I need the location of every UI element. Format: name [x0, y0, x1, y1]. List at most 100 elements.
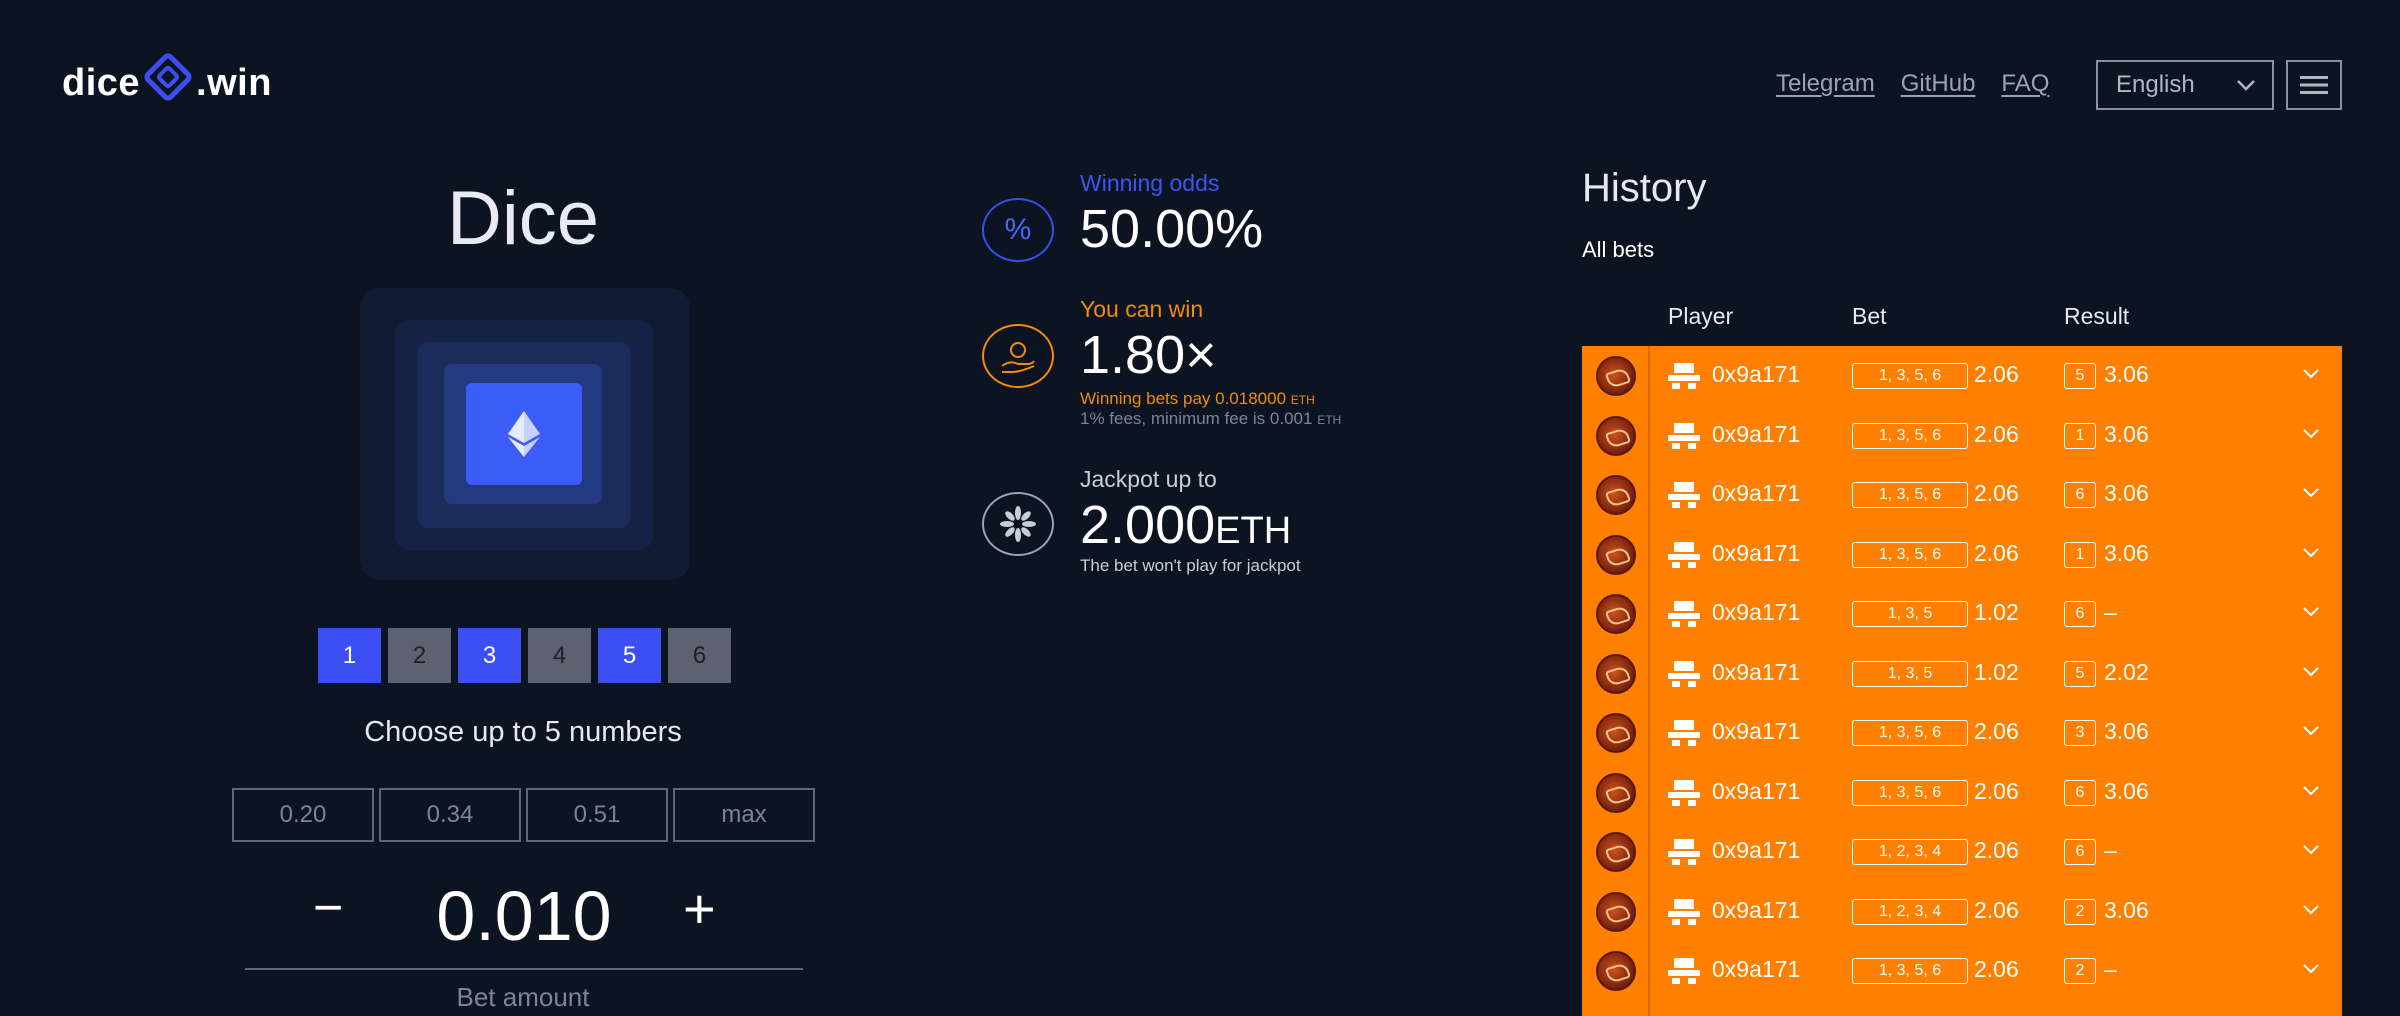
number-button-2[interactable]: 2 — [388, 628, 451, 683]
avatar — [1596, 891, 1636, 932]
chevron-down-icon — [2237, 80, 2255, 91]
ethereum-icon — [508, 411, 540, 457]
result-value: 3.06 — [2104, 361, 2149, 387]
player-address[interactable]: 0x9a171 — [1712, 480, 1800, 507]
history-row[interactable]: 0x9a171 1, 3, 5 1.02 5 2.02 — [1582, 644, 2342, 704]
chevron-down-icon[interactable] — [2302, 725, 2320, 736]
chevron-down-icon[interactable] — [2302, 547, 2320, 558]
bet-amount-control: 0.010 − + — [245, 870, 803, 970]
bet-numbers: 1, 3, 5 — [1852, 601, 1968, 627]
chevron-down-icon[interactable] — [2302, 428, 2320, 439]
history-row[interactable]: 0x9a171 1, 3, 5 1.02 6– — [1582, 584, 2342, 644]
avatar — [1596, 653, 1636, 694]
fee-amount: 1% fees, minimum fee is 0.001 — [1080, 409, 1313, 428]
result-number: 6 — [2064, 601, 2096, 627]
history-row[interactable]: 0x9a171 1, 3, 5, 6 2.06 2– — [1582, 941, 2342, 1001]
nav-link-github[interactable]: GitHub — [1901, 70, 1976, 98]
chevron-down-icon[interactable] — [2302, 368, 2320, 379]
avatar — [1596, 951, 1636, 991]
bet-value: 2.06 — [1974, 718, 2019, 744]
player-address[interactable]: 0x9a171 — [1712, 659, 1800, 686]
bet-value: 2.06 — [1974, 539, 2019, 566]
bet-numbers: 1, 3, 5, 6 — [1852, 541, 1968, 568]
player-address[interactable]: 0x9a171 — [1712, 421, 1800, 448]
avatar — [1596, 772, 1636, 813]
player-icon — [1668, 482, 1700, 508]
you-can-win-label: You can win — [1080, 296, 1204, 322]
nav-link-faq[interactable]: FAQ — [2001, 70, 2049, 98]
player-address[interactable]: 0x9a171 — [1712, 778, 1800, 805]
number-button-6[interactable]: 6 — [668, 628, 731, 683]
player-icon — [1668, 422, 1700, 449]
player-address[interactable]: 0x9a171 — [1712, 897, 1800, 924]
bet-numbers: 1, 3, 5, 6 — [1852, 422, 1968, 449]
bet-numbers: 1, 2, 3, 4 — [1852, 898, 1968, 925]
player-address[interactable]: 0x9a171 — [1712, 361, 1800, 388]
preset-button[interactable]: 0.34 — [379, 788, 521, 842]
history-row[interactable]: 0x9a171 1, 3, 5, 6 2.06 1 3.06 — [1582, 406, 2342, 466]
result-value: 3.06 — [2104, 420, 2149, 447]
increase-button[interactable]: + — [683, 876, 716, 941]
history-row[interactable]: 0x9a171 1, 2, 3, 4 2.06 2 3.06 — [1582, 882, 2342, 942]
player-icon — [1668, 601, 1700, 627]
history-filter[interactable]: All bets — [1582, 237, 1654, 263]
jackpot-amount: 2.000ETH — [1080, 494, 1291, 556]
language-select[interactable]: English — [2096, 60, 2274, 110]
bet-value: 1.02 — [1974, 658, 2019, 685]
number-button-1[interactable]: 1 — [318, 628, 381, 683]
bet-value: 1.02 — [1974, 599, 2019, 625]
winning-pay-text: Winning bets pay 0.018000 ETH — [1080, 389, 1315, 409]
result-number: 1 — [2064, 541, 2096, 568]
avatar — [1596, 832, 1636, 872]
player-address[interactable]: 0x9a171 — [1712, 718, 1800, 745]
preset-button[interactable]: 0.51 — [526, 788, 668, 842]
chevron-down-icon[interactable] — [2302, 904, 2320, 915]
dice-face — [466, 383, 582, 485]
avatar — [1596, 713, 1636, 753]
jackpot-note: The bet won't play for jackpot — [1080, 556, 1301, 575]
result-number: 1 — [2064, 422, 2096, 449]
chevron-down-icon[interactable] — [2302, 785, 2320, 796]
player-address[interactable]: 0x9a171 — [1712, 837, 1800, 864]
bet-numbers: 1, 3, 5, 6 — [1852, 720, 1968, 746]
you-can-win-value: 1.80× — [1080, 325, 1217, 385]
logo[interactable]: dice .win — [62, 53, 272, 105]
menu-button[interactable] — [2286, 60, 2342, 110]
result-number: 5 — [2064, 660, 2096, 687]
avatar — [1596, 356, 1636, 396]
nav-link-telegram[interactable]: Telegram — [1776, 70, 1875, 98]
player-address[interactable]: 0x9a171 — [1712, 540, 1800, 567]
history-row[interactable]: 0x9a171 1, 3, 5, 6 2.06 6 3.06 — [1582, 465, 2342, 525]
history-row[interactable]: 0x9a171 1, 3, 5, 6 2.06 5 3.06 — [1582, 346, 2342, 406]
number-button-3[interactable]: 3 — [458, 628, 521, 683]
bet-value: 2.06 — [1974, 480, 2019, 506]
player-icon — [1668, 541, 1700, 568]
jackpot-unit: ETH — [1215, 510, 1292, 552]
number-button-5[interactable]: 5 — [598, 628, 661, 683]
result-value: 2.02 — [2104, 658, 2149, 685]
bet-value: 2.06 — [1974, 837, 2019, 863]
history-row[interactable]: 0x9a171 1, 2, 3, 4 2.06 6– — [1582, 822, 2342, 882]
history-row[interactable]: 0x9a171 1, 3, 5, 6 2.06 6 3.06 — [1582, 763, 2342, 823]
chevron-down-icon[interactable] — [2302, 487, 2320, 498]
history-row[interactable]: 0x9a171 1, 3, 5, 6 2.06 3 3.06 — [1582, 703, 2342, 763]
jackpot-value: 2.000 — [1080, 495, 1216, 555]
history-table: 0x9a171 1, 3, 5, 6 2.06 5 3.06 0x9a171 1, 3, 5… — [1582, 346, 2342, 1016]
bet-numbers: 1, 3, 5, 6 — [1852, 958, 1968, 984]
history-row[interactable]: 0x9a171 1, 3, 5, 6 2.06 1 3.06 — [1582, 525, 2342, 585]
bet-numbers: 1, 3, 5 — [1852, 660, 1968, 687]
preset-button[interactable]: 0.20 — [232, 788, 374, 842]
chevron-down-icon[interactable] — [2302, 844, 2320, 855]
player-icon — [1668, 779, 1700, 806]
chevron-down-icon[interactable] — [2302, 963, 2320, 974]
bet-numbers: 1, 3, 5, 6 — [1852, 363, 1968, 389]
chevron-down-icon[interactable] — [2302, 666, 2320, 677]
winning-pay-unit: ETH — [1290, 393, 1315, 407]
chevron-down-icon[interactable] — [2302, 606, 2320, 617]
player-address[interactable]: 0x9a171 — [1712, 599, 1800, 626]
preset-max-button[interactable]: max — [673, 788, 815, 842]
player-address[interactable]: 0x9a171 — [1712, 956, 1800, 983]
bet-value: 2.06 — [1974, 420, 2019, 447]
decrease-button[interactable]: − — [313, 878, 343, 938]
number-button-4[interactable]: 4 — [528, 628, 591, 683]
